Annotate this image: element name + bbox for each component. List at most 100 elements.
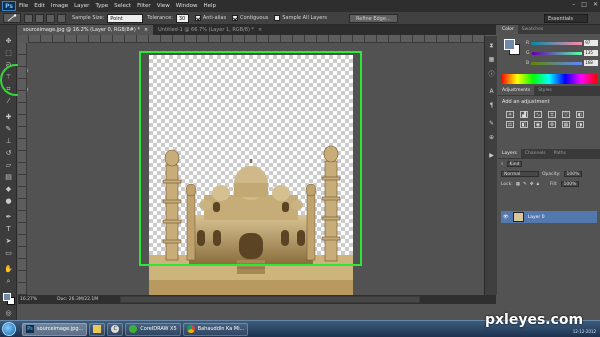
tab-paths[interactable]: Paths: [550, 149, 570, 158]
add-to-selection-button[interactable]: [35, 13, 44, 23]
clone-source-panel-icon[interactable]: ⊕: [488, 134, 495, 141]
menu-image[interactable]: Image: [51, 3, 74, 9]
eyedropper-tool-icon[interactable]: ⁄: [4, 97, 13, 105]
tab-swatches[interactable]: Swatches: [518, 25, 548, 34]
red-value[interactable]: 97: [584, 40, 598, 46]
tab-color[interactable]: Color: [498, 25, 518, 34]
start-button[interactable]: [2, 322, 16, 336]
levels-icon[interactable]: ▟: [520, 111, 528, 118]
opacity-input[interactable]: 100%: [563, 171, 583, 177]
menu-edit[interactable]: Edit: [34, 3, 51, 9]
color-lookup-icon[interactable]: ▦: [562, 121, 570, 128]
new-selection-button[interactable]: [24, 13, 33, 23]
history-panel-icon[interactable]: ⧗: [488, 42, 495, 49]
taskbar-corel-capture[interactable]: C: [107, 322, 124, 336]
layer-row[interactable]: 👁︎ Layer 0: [501, 211, 597, 223]
subtract-from-selection-button[interactable]: [46, 13, 55, 23]
hue-saturation-icon[interactable]: ◐: [576, 111, 584, 118]
exposure-icon[interactable]: ±: [548, 111, 556, 118]
green-slider[interactable]: [531, 51, 583, 55]
photo-filter-icon[interactable]: ◉: [534, 121, 542, 128]
taskbar-explorer[interactable]: [89, 322, 106, 336]
gradient-tool-icon[interactable]: ▤: [4, 173, 13, 181]
invert-icon[interactable]: ◑: [576, 121, 584, 128]
minimize-icon[interactable]: –: [572, 1, 575, 8]
maximize-icon[interactable]: □: [581, 1, 587, 8]
red-slider[interactable]: [531, 41, 583, 45]
intersect-selection-button[interactable]: [57, 13, 66, 23]
taskbar-chrome[interactable]: Bahauddin Ka Mi...: [182, 322, 249, 336]
green-value[interactable]: 135: [584, 50, 598, 56]
layer-name[interactable]: Layer 0: [528, 215, 545, 220]
actions-panel-icon[interactable]: ▶: [488, 152, 495, 159]
lock-pixels-icon[interactable]: ✎: [523, 182, 527, 187]
sample-size-select[interactable]: Point Sample: [107, 13, 144, 30]
foreground-color-swatch[interactable]: [3, 293, 11, 301]
menu-filter[interactable]: Filter: [137, 3, 157, 9]
contiguous-checkbox[interactable]: [232, 15, 239, 21]
blur-tool-icon[interactable]: ◆: [4, 185, 13, 193]
hand-tool-icon[interactable]: ✋: [4, 265, 13, 273]
horizontal-scrollbar[interactable]: [120, 296, 420, 303]
info-panel-icon[interactable]: ⓘ: [488, 70, 495, 78]
channel-mixer-icon[interactable]: ⊗: [548, 121, 556, 128]
zoom-tool-icon[interactable]: ⌕: [4, 277, 13, 285]
color-spectrum[interactable]: [501, 74, 597, 84]
eraser-tool-icon[interactable]: ▱: [4, 161, 13, 169]
fill-input[interactable]: 100%: [560, 181, 580, 187]
dodge-tool-icon[interactable]: ●: [4, 197, 13, 205]
blue-value[interactable]: 168: [584, 60, 598, 66]
tolerance-input[interactable]: 30: [175, 13, 189, 23]
menu-view[interactable]: View: [157, 3, 176, 9]
tab-styles[interactable]: Styles: [534, 86, 556, 95]
curves-icon[interactable]: ∿: [534, 111, 542, 118]
menu-help[interactable]: Help: [203, 3, 222, 9]
vibrance-icon[interactable]: ▽: [562, 111, 570, 118]
refine-edge-button[interactable]: Refine Edge...: [349, 13, 398, 23]
path-selection-tool-icon[interactable]: ➤: [4, 237, 13, 245]
quick-mask-icon[interactable]: ◎: [4, 309, 13, 317]
tool-preset-picker[interactable]: [3, 13, 21, 23]
tab-sourceimage[interactable]: sourceimage.jpg @ 16.2% (Layer 0, RGB/8#…: [18, 25, 154, 35]
black-white-icon[interactable]: ◧: [520, 121, 528, 128]
workspace-switcher[interactable]: Essentials: [544, 14, 588, 23]
character-panel-icon[interactable]: A: [488, 88, 495, 95]
vertical-ruler[interactable]: [18, 43, 27, 295]
paragraph-panel-icon[interactable]: ¶: [488, 102, 495, 109]
tab-channels[interactable]: Channels: [521, 149, 550, 158]
tab-untitled-1[interactable]: Untitled-1 @ 66.7% (Layer 1, RGB/8) * ×: [153, 25, 267, 35]
color-balance-icon[interactable]: ⚖: [506, 121, 514, 128]
ruler-origin[interactable]: [18, 35, 28, 43]
canvas-area[interactable]: [28, 43, 496, 302]
move-tool-icon[interactable]: ✥: [4, 37, 13, 45]
visibility-eye-icon[interactable]: 👁︎: [503, 215, 509, 220]
tab-close-icon[interactable]: ×: [258, 25, 262, 35]
tab-adjustments[interactable]: Adjustments: [498, 86, 535, 95]
blue-slider[interactable]: [531, 61, 583, 65]
menu-file[interactable]: File: [19, 3, 34, 9]
shape-tool-icon[interactable]: ▭: [4, 249, 13, 257]
menu-layer[interactable]: Layer: [74, 3, 95, 9]
menu-window[interactable]: Window: [176, 3, 204, 9]
menu-select[interactable]: Select: [114, 3, 137, 9]
sample-all-layers-checkbox[interactable]: [274, 15, 281, 21]
blend-mode-select[interactable]: Normal: [501, 171, 539, 177]
clone-stamp-tool-icon[interactable]: ⊥: [4, 137, 13, 145]
marquee-tool-icon[interactable]: ⬚: [4, 49, 13, 57]
brightness-contrast-icon[interactable]: ☀: [506, 111, 514, 118]
close-icon[interactable]: ✕: [593, 1, 598, 8]
lock-all-icon[interactable]: 🔒︎: [537, 181, 539, 187]
horizontal-ruler[interactable]: [28, 35, 496, 43]
zoom-level[interactable]: 16.27%: [20, 297, 37, 302]
tab-layers[interactable]: Layers: [498, 149, 521, 158]
brush-panel-icon[interactable]: ✎: [488, 120, 495, 127]
lock-transparent-icon[interactable]: ▦: [516, 182, 520, 187]
history-brush-tool-icon[interactable]: ↺: [4, 149, 13, 157]
healing-brush-tool-icon[interactable]: ✚: [4, 113, 13, 121]
pen-tool-icon[interactable]: ✒: [4, 213, 13, 221]
lock-position-icon[interactable]: ✥: [530, 182, 534, 187]
anti-alias-checkbox[interactable]: [194, 15, 201, 21]
menu-type[interactable]: Type: [95, 3, 114, 9]
properties-panel-icon[interactable]: ▦: [488, 56, 495, 63]
taskbar-coreldraw[interactable]: CorelDRAW X5: [125, 322, 181, 336]
